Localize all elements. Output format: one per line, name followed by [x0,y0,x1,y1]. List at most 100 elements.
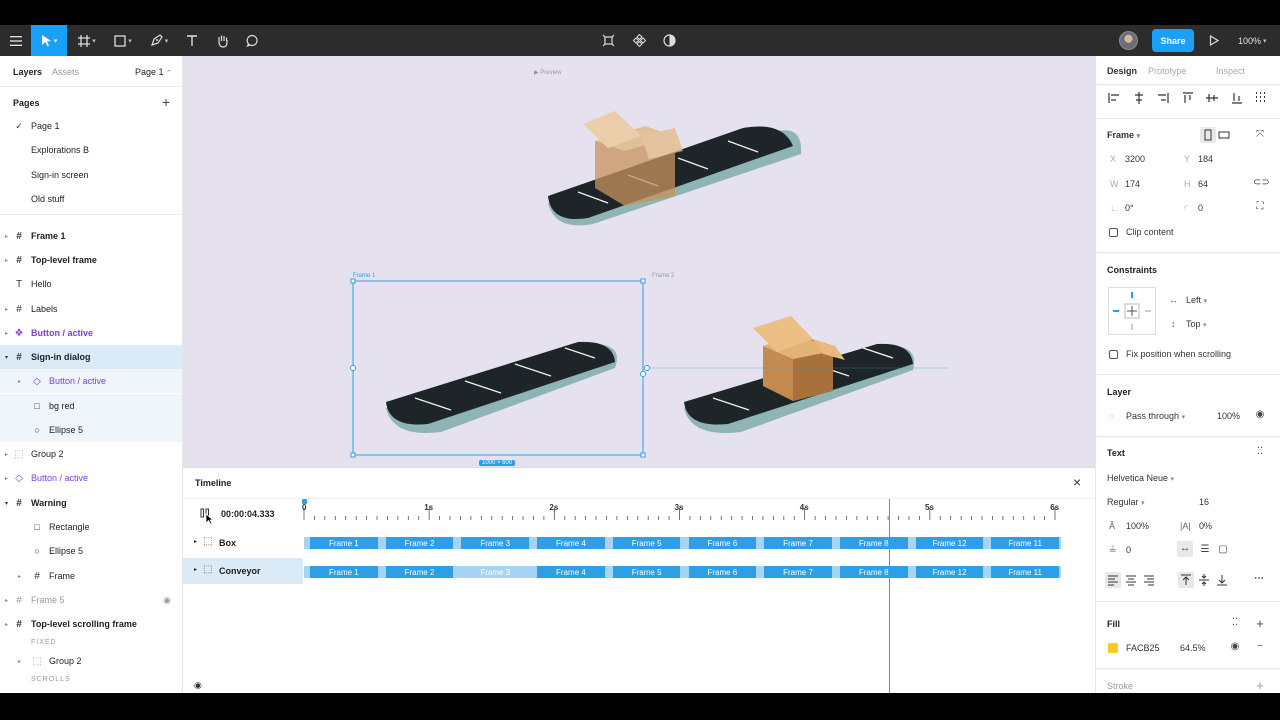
shape-tool-icon[interactable]: ▾ [108,25,138,56]
page-item-sign-in-screen[interactable]: Sign-in screen [0,163,182,187]
letter-spacing-input[interactable]: 0% [1199,521,1212,531]
timeline-clip[interactable]: Frame 4 [537,537,605,549]
layer-row[interactable]: ○ Ellipse 5 [0,418,182,442]
user-avatar[interactable] [1119,31,1138,50]
layer-row[interactable]: ▸ # Top-level frame [0,248,182,272]
eye-icon[interactable]: ◉ [1228,641,1242,652]
comment-tool-icon[interactable] [238,25,266,56]
y-input[interactable]: 184 [1198,154,1213,164]
font-weight-dropdown[interactable]: Regular ▾ [1107,497,1145,507]
paragraph-spacing-input[interactable]: 0 [1126,545,1131,555]
clip-content-checkbox[interactable] [1109,228,1118,237]
w-input[interactable]: 174 [1125,179,1140,189]
rotation-input[interactable]: 0° [1125,203,1134,213]
landscape-orientation-button[interactable] [1216,127,1232,145]
layer-row[interactable]: ▸ ⬚ Group 2 [0,442,182,466]
add-page-icon[interactable]: + [162,94,170,110]
fill-hex-input[interactable]: FACB25 [1126,643,1160,653]
track-lane-conveyor[interactable]: Frame 1 Frame 2 Frame 3 Frame 4 Frame 5 Frame… [304,566,1061,578]
h-input[interactable]: 64 [1198,179,1208,189]
blend-mode-dropdown[interactable]: Pass through ▾ [1126,411,1185,421]
timeline-clip[interactable]: Frame 1 [310,537,378,549]
align-left-icon[interactable] [1107,91,1121,107]
align-center-text-button[interactable] [1123,572,1139,590]
timeline-clip[interactable]: Frame 3 [461,537,530,549]
hamburger-menu-icon[interactable] [2,25,30,56]
horizontal-constraint-dropdown[interactable]: Left ▾ [1186,295,1207,305]
align-top-icon[interactable] [1181,91,1195,107]
page-item-old-stuff[interactable]: Old stuff [0,187,182,211]
align-bottom-text-button[interactable] [1214,572,1230,590]
timeline-clip[interactable]: Frame 2 [385,537,454,549]
timeline-clip[interactable]: Frame 6 [688,566,757,578]
page-item-explorations-b[interactable]: Explorations B [0,138,182,162]
move-tool-icon[interactable]: ▾ [31,25,67,56]
eye-icon[interactable]: ◉ [161,595,173,606]
fill-styles-icon[interactable]: ⁚⁚ [1228,617,1242,628]
pen-tool-icon[interactable]: ▾ [144,25,174,56]
timeline-clip[interactable]: Frame 4 [537,566,605,578]
page-item-page-1[interactable]: ✓ Page 1 [0,114,182,138]
fill-color-swatch[interactable] [1108,643,1118,653]
radius-input[interactable]: 0 [1198,203,1203,213]
zoom-dropdown[interactable]: 100% ▾ [1238,25,1267,56]
play-icon[interactable] [1200,25,1228,56]
align-left-text-button[interactable] [1105,572,1121,588]
timeline-clip[interactable]: Frame 8 [839,537,908,549]
layer-row[interactable]: □ Rectangle [0,515,182,539]
timeline-clip[interactable]: Frame 11 [991,566,1059,578]
layer-row[interactable]: ▸ ◇ Button / active [0,466,182,490]
timeline-clip[interactable]: Frame 8 [839,566,908,578]
text-tool-icon[interactable] [178,25,206,56]
line-height-input[interactable]: 100% [1126,521,1149,531]
timeline-clip[interactable]: Frame 12 [915,566,984,578]
fix-position-checkbox[interactable] [1109,350,1118,359]
layer-opacity-input[interactable]: 100% [1217,411,1240,421]
track-header-box[interactable]: ▸ ⬚ Box [183,530,303,556]
layer-row[interactable]: □ bg red [0,394,182,418]
playhead[interactable] [889,499,890,693]
align-bottom-icon[interactable] [1230,91,1244,107]
layer-row[interactable]: ▸ # Frame 1 [0,224,182,248]
tab-inspect[interactable]: Inspect [1216,66,1245,76]
crop-icon[interactable] [594,25,622,56]
track-header-conveyor[interactable]: ▸ ⬚ Conveyor [183,558,303,584]
track-lane-box[interactable]: Frame 1 Frame 2 Frame 3 Frame 4 Frame 5 Frame… [304,537,1061,549]
auto-width-icon[interactable]: ↔ [1177,541,1193,557]
layer-row-hidden[interactable]: ▸ # Frame 5 ◉ [0,588,182,612]
layer-row[interactable]: ▸ ❖ Button / active [0,321,182,345]
close-icon[interactable]: × [1073,474,1081,490]
constraints-widget[interactable] [1108,287,1156,335]
distribute-icon[interactable] [1254,91,1268,107]
layer-row[interactable]: ▾ # Warning [0,491,182,515]
x-input[interactable]: 3200 [1125,154,1145,164]
frame-dropdown[interactable]: Frame ▾ [1107,130,1140,140]
more-options-icon[interactable]: ⋯ [1252,573,1266,584]
timeline-clip[interactable]: Frame 12 [915,537,984,549]
canvas[interactable]: ▶ Preview Frame 1 Frame 2 1000 × 600 [183,56,1095,467]
text-styles-icon[interactable]: ⁚⁚ [1253,446,1267,457]
layer-row-selected[interactable]: ▾ # Sign-in dialog [0,345,182,369]
align-top-text-button[interactable] [1178,572,1194,588]
align-horizontal-center-icon[interactable] [1132,91,1146,107]
timeline-clip[interactable]: Frame 7 [764,566,832,578]
eye-icon[interactable]: ◉ [194,680,202,691]
timeline-clip[interactable]: Frame 6 [688,537,757,549]
resize-to-fit-icon[interactable]: ⤧ [1253,129,1267,140]
timeline-clip[interactable]: Frame 3 [461,566,530,578]
add-fill-icon[interactable]: + [1253,616,1267,631]
tab-layers[interactable]: Layers [13,67,42,77]
share-button[interactable]: Share [1152,29,1194,52]
layer-row[interactable]: ▸ ◇ Button / active [0,369,182,393]
align-vertical-center-icon[interactable] [1205,91,1219,107]
remove-fill-icon[interactable]: − [1253,641,1267,652]
font-size-input[interactable]: 16 [1199,497,1209,507]
portrait-orientation-button[interactable] [1200,127,1216,143]
timeline-clip[interactable]: Frame 5 [612,537,681,549]
align-right-icon[interactable] [1156,91,1170,107]
layer-row[interactable]: ▸ # Labels [0,297,182,321]
layer-row[interactable]: T Hello [0,272,182,296]
independent-corners-icon[interactable]: ⛶ [1253,201,1267,212]
tab-prototype[interactable]: Prototype [1148,66,1187,76]
timeline-clip[interactable]: Frame 2 [385,566,454,578]
